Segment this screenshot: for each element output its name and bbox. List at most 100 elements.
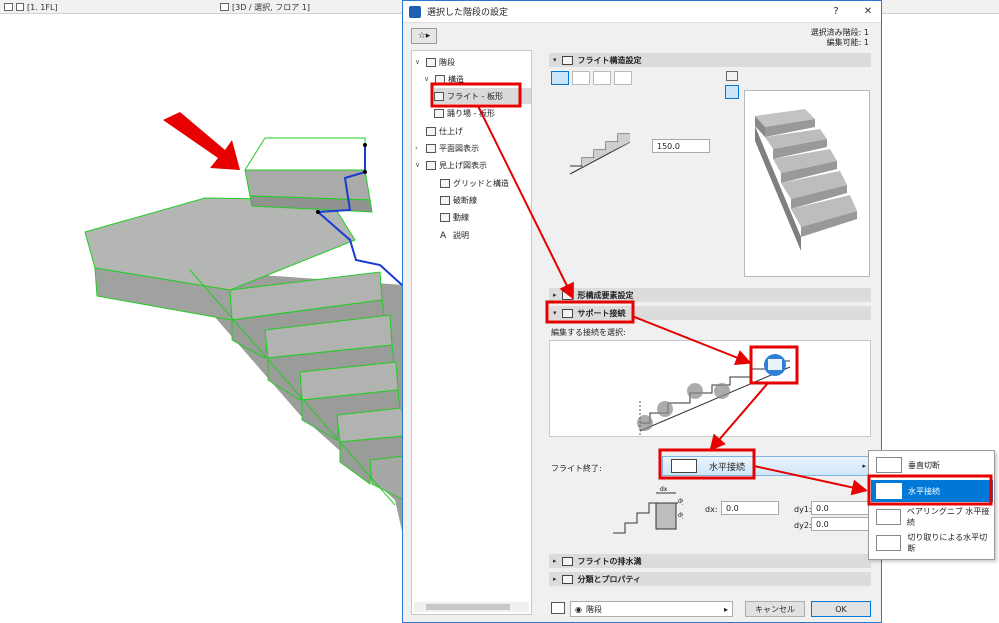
- selection-info: 選択済み階段: 1 編集可能: 1: [811, 28, 869, 48]
- menu-item-horizontal-connection[interactable]: 水平接続: [871, 480, 993, 502]
- tab-floor-plan[interactable]: [1. 1FL]: [4, 1, 58, 13]
- tree-item-plan-view[interactable]: › 平面図表示: [415, 140, 479, 156]
- support-node[interactable]: [363, 170, 367, 174]
- 3d-preview[interactable]: [744, 90, 870, 277]
- section-title: フライトの排水溝: [577, 556, 642, 566]
- diagram-dy2-label: dy2: [678, 512, 683, 519]
- section-drainage[interactable]: ▸ フライトの排水溝: [549, 554, 871, 568]
- tree-item-stair[interactable]: ∨ 階段: [415, 54, 455, 70]
- tree-item-label: 踊り場 - 板形: [447, 108, 495, 118]
- tree-item-label: 平面図表示: [439, 143, 479, 153]
- tree-item-break-line[interactable]: 破断線: [440, 192, 477, 208]
- horizontal-connection-icon: [876, 483, 902, 499]
- stair-3d-model: [84, 112, 404, 540]
- dx-label: dx:: [705, 505, 718, 514]
- tree-item-reflected-view[interactable]: ∨ 見上げ図表示: [415, 157, 487, 173]
- section-title: サポート接続: [577, 308, 626, 318]
- dx-input[interactable]: 0.0: [721, 501, 779, 515]
- connection-point[interactable]: [714, 383, 730, 399]
- railing-edge: [244, 137, 266, 171]
- diagram-dx-label: dx: [660, 486, 668, 493]
- flight-end-value: 水平接続: [709, 462, 746, 473]
- stair-settings-dialog: 選択した階段の設定 ? ✕ ☆▸ 選択済み階段: 1 編集可能: 1 ∨ 階段 …: [402, 0, 882, 623]
- thin-flight-icon[interactable]: [614, 71, 632, 85]
- tree-item-description[interactable]: A 説明: [440, 227, 469, 243]
- dy1-value: 0.0: [816, 503, 829, 513]
- layer-dropdown[interactable]: ◉ 階段 ▸: [570, 601, 733, 617]
- 3d-preview-toggle-icon[interactable]: [725, 85, 739, 99]
- dialog-title: 選択した階段の設定: [427, 8, 509, 18]
- screen: [1. 1FL] [3D / 選択, フロア 1] 選択した階段の設定 ? ✕ …: [0, 0, 999, 623]
- dy2-value: 0.0: [816, 519, 829, 529]
- close-icon[interactable]: ✕: [855, 1, 881, 23]
- menu-item-bearing-nib[interactable]: ベアリングニブ 水平接続: [871, 506, 993, 528]
- tree-item-grid[interactable]: グリッドと構造: [440, 175, 509, 191]
- menu-item-vertical-cut[interactable]: 垂直切断: [871, 454, 993, 476]
- diagram-dy1-label: dy1: [678, 498, 683, 505]
- grid-icon: [440, 178, 450, 188]
- sloped-flight-icon[interactable]: [593, 71, 611, 85]
- tab-3d-view[interactable]: [3D / 選択, フロア 1]: [220, 1, 310, 13]
- section-title: フライト構造設定: [577, 55, 642, 65]
- 3d-view-icon: [220, 3, 229, 11]
- selected-count: 選択済み階段: 1: [810, 28, 869, 37]
- flight-end-dropdown[interactable]: 水平接続 ▸: [662, 456, 871, 476]
- flight-icon: [561, 55, 573, 65]
- flight-thickness-input[interactable]: 150.0: [652, 139, 710, 153]
- tree-item-label: 説明: [453, 230, 469, 240]
- 3d-viewport[interactable]: [0, 14, 404, 623]
- tree-item-landing[interactable]: 踊り場 - 板形: [434, 105, 495, 121]
- layer-icon: [551, 602, 565, 614]
- flight-end-label: フライト終了:: [551, 464, 602, 473]
- dy1-input[interactable]: 0.0: [811, 501, 871, 515]
- menu-item-cut-horizontal[interactable]: 切り取りによる水平切断: [871, 532, 993, 554]
- section-support[interactable]: ▾ サポート接続: [549, 306, 871, 320]
- stair-icon: [426, 57, 436, 67]
- connection-diagram[interactable]: [549, 340, 871, 437]
- help-button[interactable]: ?: [823, 1, 849, 23]
- chevron-down-icon[interactable]: ∨: [424, 75, 432, 83]
- connection-point[interactable]: [657, 401, 673, 417]
- section-components[interactable]: ▸ 形構成要素設定: [549, 288, 871, 302]
- solid-flight-icon[interactable]: [551, 71, 569, 85]
- tree-item-label: 階段: [439, 57, 455, 67]
- floor-plan-icon: [4, 3, 13, 11]
- favorites-button[interactable]: ☆▸: [411, 28, 437, 44]
- tree-item-structure[interactable]: ∨ 構造: [424, 71, 464, 87]
- dx-value: 0.0: [726, 503, 739, 513]
- section-title: 形構成要素設定: [577, 290, 634, 300]
- tab-3d-view-label: [3D / 選択, フロア 1]: [232, 2, 310, 12]
- dy2-input[interactable]: 0.0: [811, 517, 871, 531]
- section-flight-structure[interactable]: ▾ フライト構造設定: [549, 53, 871, 67]
- connection-point[interactable]: [637, 415, 653, 431]
- tab-floor-plan-label: [1. 1FL]: [27, 2, 58, 12]
- description-icon: A: [440, 230, 447, 241]
- chevron-down-icon[interactable]: ∨: [415, 161, 423, 169]
- connection-point[interactable]: [687, 383, 703, 399]
- tree-item-label: 見上げ図表示: [439, 160, 487, 170]
- lock-icon[interactable]: [726, 71, 738, 81]
- chevron-right-icon: ▸: [862, 462, 866, 470]
- stair-preview-image: [755, 109, 857, 251]
- tree-item-label: フライト - 板形: [447, 91, 503, 101]
- support-node[interactable]: [316, 210, 320, 214]
- ok-button[interactable]: OK: [811, 601, 871, 617]
- cancel-button[interactable]: キャンセル: [745, 601, 805, 617]
- tree-item-finish[interactable]: 仕上げ: [426, 123, 463, 139]
- dy1-label: dy1:: [794, 505, 812, 514]
- landing-icon: [434, 108, 444, 118]
- tree-item-label: 動線: [453, 212, 469, 222]
- flight-thickness-diagram: [569, 133, 631, 175]
- chevron-down-icon[interactable]: ∨: [415, 58, 423, 66]
- section-classification[interactable]: ▸ 分類とプロパティ: [549, 572, 871, 586]
- stepped-flight-icon[interactable]: [572, 71, 590, 85]
- support-node[interactable]: [363, 143, 367, 147]
- red-pointer-arrow: [163, 112, 240, 170]
- tree-scrollbar[interactable]: [414, 602, 529, 612]
- tree-item-walking-line[interactable]: 動線: [440, 209, 469, 225]
- chevron-right-icon[interactable]: ›: [415, 144, 423, 152]
- layer-value: 階段: [585, 604, 602, 614]
- scrollbar-thumb[interactable]: [426, 604, 510, 610]
- tree-item-flight[interactable]: フライト - 板形: [434, 88, 531, 104]
- chevron-right-icon: ▸: [553, 575, 557, 583]
